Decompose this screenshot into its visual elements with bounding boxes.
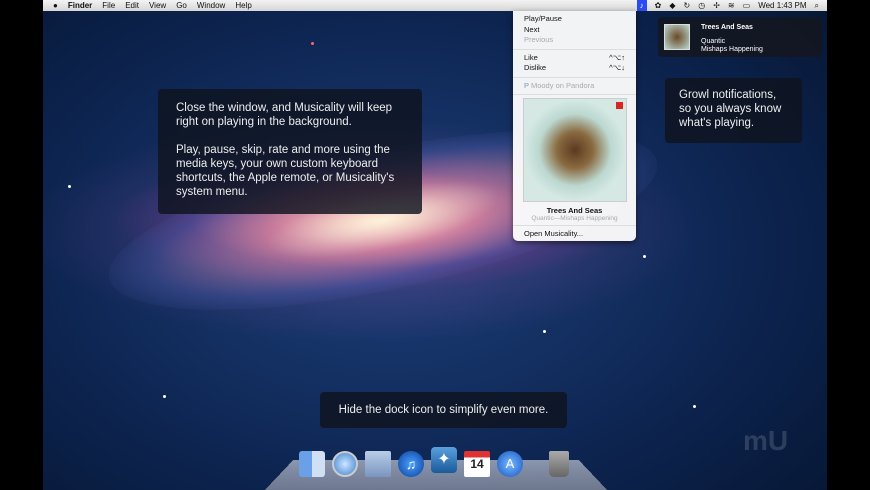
menu-play-pause[interactable]: Play/Pause <box>513 14 636 25</box>
label: Like <box>524 52 538 62</box>
label: Open Musicality... <box>524 229 584 238</box>
label: Dislike <box>524 63 547 72</box>
bluetooth-icon[interactable]: ✢ <box>713 1 720 10</box>
sync-icon[interactable]: ↻ <box>684 1 691 10</box>
callout-text: Hide the dock icon to simplify even more… <box>338 404 549 416</box>
label: Play/Pause <box>524 14 562 23</box>
shortcut: ^⌥↑ <box>609 52 625 62</box>
separator <box>513 48 636 50</box>
menu-open-musicality[interactable]: Open Musicality... <box>513 229 636 240</box>
menu-go[interactable]: Go <box>176 1 187 10</box>
mail-dock-icon[interactable] <box>365 451 391 477</box>
menu-next[interactable]: Next <box>513 25 636 36</box>
growl-icon[interactable]: ✿ <box>655 1 662 10</box>
evernote-icon[interactable]: ◆ <box>669 1 675 10</box>
menu-previous[interactable]: Previous <box>513 35 636 46</box>
album-thumbnail <box>664 24 690 50</box>
finder-dock-icon[interactable] <box>299 451 325 477</box>
menu-bar: ● Finder File Edit View Go Window Help ♪… <box>43 0 827 11</box>
desktop: ● Finder File Edit View Go Window Help ♪… <box>43 0 827 490</box>
track-title: Trees And Seas <box>546 206 603 215</box>
callout-growl: Growl notifications, so you always know … <box>665 78 802 143</box>
calendar-dock-icon[interactable]: 14 <box>464 451 490 477</box>
growl-artist: Quantic <box>701 38 726 45</box>
menu-file[interactable]: File <box>102 1 115 10</box>
callout-text: Play, pause, skip, rate and more using t… <box>176 144 395 198</box>
time-machine-icon[interactable]: ◷ <box>698 1 705 10</box>
apple-menu-icon[interactable]: ● <box>53 1 58 10</box>
safari-dock-icon[interactable] <box>332 451 358 477</box>
twitter-dock-icon[interactable]: ✦ <box>431 447 457 473</box>
menu-window[interactable]: Window <box>197 1 225 10</box>
callout-text: Growl notifications, so you always know … <box>679 89 782 129</box>
label: Next <box>524 24 540 34</box>
album-art <box>523 98 627 202</box>
app-store-dock-icon[interactable]: A <box>497 451 523 477</box>
menu-view[interactable]: View <box>149 1 166 10</box>
clock[interactable]: Wed 1:43 PM <box>758 1 806 10</box>
growl-notification[interactable]: Trees And Seas Quantic Mishaps Happening <box>658 17 822 57</box>
pandora-icon: P <box>524 80 529 90</box>
musicality-menu: Play/Pause Next Previous Like ^⌥↑ Dislike… <box>513 11 636 241</box>
growl-album: Mishaps Happening <box>701 46 763 53</box>
separator <box>513 94 636 95</box>
itunes-dock-icon[interactable]: ♫ <box>398 451 424 477</box>
musicality-status-icon[interactable]: ♪ <box>636 0 647 11</box>
battery-icon[interactable]: ▭ <box>743 1 751 10</box>
wifi-icon[interactable]: ≋ <box>728 1 735 10</box>
menu-station: P Moody on Pandora <box>513 81 636 92</box>
callout-dock: Hide the dock icon to simplify even more… <box>320 392 567 428</box>
separator <box>513 225 636 226</box>
watermark-logo: mU <box>743 425 789 456</box>
separator <box>513 76 636 78</box>
label: Moody on Pandora <box>530 80 595 90</box>
menu-help[interactable]: Help <box>235 1 251 10</box>
label: Previous <box>524 35 554 44</box>
menu-dislike[interactable]: Dislike ^⌥↓ <box>513 63 636 74</box>
shortcut: ^⌥↓ <box>609 63 625 72</box>
menu-finder[interactable]: Finder <box>68 1 92 10</box>
track-subtitle: Quantic—Mishaps Happening <box>531 215 618 222</box>
trash-dock-icon[interactable] <box>549 451 569 477</box>
callout-text: Close the window, and Musicality will ke… <box>176 102 393 128</box>
spotlight-icon[interactable]: ⌕ <box>815 1 819 11</box>
menu-like[interactable]: Like ^⌥↑ <box>513 53 636 64</box>
menu-edit[interactable]: Edit <box>125 1 139 10</box>
callout-background: Close the window, and Musicality will ke… <box>158 89 422 214</box>
growl-title: Trees And Seas <box>701 24 753 31</box>
